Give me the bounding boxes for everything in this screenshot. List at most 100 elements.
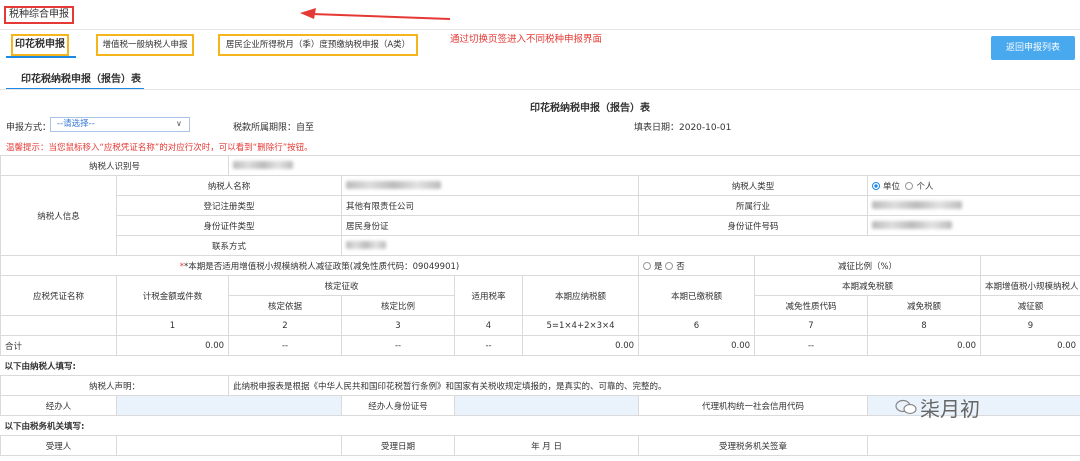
total-cell: 0.00 [980,335,1080,356]
tip-text: 温馨提示：当您鼠标移入“应税凭证名称”的对应行次时，可以看到“删除行”按钮。 [6,143,313,153]
reduction-ratio-value[interactable] [980,255,1080,276]
radio-option-unit[interactable]: 单位 [883,182,900,192]
contact-value [341,235,1080,256]
id-number-value [867,215,1080,236]
redacted-value [346,241,387,249]
total-label: 合计 [0,335,117,356]
radio-option-individual[interactable]: 个人 [916,182,933,192]
col-payable: 本期应纳税额 [522,275,640,316]
redacted-value [872,221,953,229]
tab-corporate-income-tax[interactable]: 居民企业所得税月（季）度预缴纳税申报（A类） [218,34,418,56]
sub-tab-stamp-form[interactable]: 印花税纳税申报（报告）表 [21,70,141,85]
col-number: 2 [228,315,343,336]
col-number: 8 [867,315,982,336]
col-number-blank [0,315,117,336]
col-relief: 本期减免税额 [754,275,982,296]
id-type-value: 居民身份证 [341,215,640,236]
col-number: 7 [754,315,869,336]
handler-id-input[interactable] [454,395,640,416]
tab-vat-general[interactable]: 增值税一般纳税人申报 [96,34,194,56]
radio-icon[interactable] [905,182,914,190]
col-number: 4 [454,315,524,336]
col-number: 9 [980,315,1080,336]
accept-date-label: 受理日期 [341,435,456,456]
col-number: 5=1×4+2×3×4 [522,315,640,336]
section-taxpayer: 以下由纳税人填写: [0,355,1080,376]
id-type-label: 身份证件类型 [115,215,343,236]
total-cell: -- [454,335,524,356]
col-rate: 适用税率 [454,275,524,316]
section-tax-office: 以下由税务机关填写: [0,415,1080,436]
top-bar [0,0,1080,30]
radio-icon[interactable] [665,262,674,270]
handler-input[interactable] [115,395,343,416]
declaration-label: 纳税人声明： [0,375,230,396]
total-cell: 0.00 [522,335,640,356]
handler-id-label: 经办人身份证号 [341,395,456,416]
col-voucher-name: 应税凭证名称 [0,275,117,316]
chevron-down-icon: ∨ [176,119,182,128]
col-number: 6 [638,315,756,336]
col-number: 3 [341,315,456,336]
accept-label: 受理人 [0,435,117,456]
declare-method-select[interactable]: --请选择-- [50,117,190,132]
divider [0,89,1080,90]
fill-date: 填表日期：2020-10-01 [634,123,732,133]
redacted-value [346,181,442,189]
active-tab-indicator [6,56,76,58]
radio-selected-icon[interactable] [872,182,881,190]
radio-no[interactable]: 否 [676,262,685,272]
agency-code-label: 代理机构统一社会信用代码 [638,395,869,416]
wechat-icon [895,399,917,415]
col-verified: 核定征收 [228,275,456,296]
annotation-text: 通过切换页签进入不同税种申报界面 [450,34,603,45]
radio-yes[interactable]: 是 [654,262,663,272]
reg-type-value: 其他有限责任公司 [341,195,640,216]
taxpayer-type-radio[interactable]: 单位 个人 [867,175,1080,196]
total-cell: 0.00 [638,335,756,356]
total-cell: -- [754,335,869,356]
taxpayer-id-value [228,155,1080,176]
small-policy-label: **本期是否适用增值税小规模纳税人减征政策(减免性质代码：09049901) [0,255,640,276]
col-basis: 核定依据 [228,295,343,316]
taxpayer-type-label: 纳税人类型 [638,175,869,196]
taxpayer-name-value [341,175,640,196]
app-title: 税种综合申报 [4,6,74,24]
total-cell: 0.00 [867,335,982,356]
radio-icon[interactable] [643,262,652,270]
col-relief-amount: 减免税额 [867,295,982,316]
col-small-relief: 本期增值税小规模纳税人 [980,275,1080,296]
reduction-ratio-label: 减征比例（%） [754,255,982,276]
watermark-text: 柒月初 [920,397,980,421]
col-paid: 本期已缴税额 [638,275,756,316]
tab-stamp-duty[interactable]: 印花税申报 [11,34,69,56]
handler-label: 经办人 [0,395,117,416]
tax-period: 税款所属期限：自至 [233,123,315,133]
taxpayer-id-label: 纳税人识别号 [0,155,230,176]
redacted-value [233,161,294,169]
taxpayer-info-label: 纳税人信息 [0,175,117,256]
accept-office-value [867,435,1080,456]
annotation-arrow-icon [300,8,450,20]
declare-method-label: 申报方式： [6,123,52,133]
col-ratio: 核定比例 [341,295,456,316]
reg-type-label: 登记注册类型 [115,195,343,216]
col-relief-code: 减免性质代码 [754,295,869,316]
total-cell: -- [228,335,343,356]
accept-office-label: 受理税务机关签章 [638,435,869,456]
col-taxable-amount: 计税金额或件数 [115,275,230,316]
redacted-value [872,201,963,209]
contact-label: 联系方式 [115,235,343,256]
industry-label: 所属行业 [638,195,869,216]
accept-value [115,435,343,456]
id-number-label: 身份证件号码 [638,215,869,236]
small-policy-text: *本期是否适用增值税小规模纳税人减征政策(减免性质代码：09049901) [184,261,460,272]
small-policy-radio[interactable]: 是 否 [638,255,756,276]
total-cell: 0.00 [115,335,230,356]
declaration-table: 纳税人识别号 纳税人信息 纳税人名称 纳税人类型 单位 个人 登记注册类型 其他… [0,155,1080,456]
taxpayer-name-label: 纳税人名称 [115,175,343,196]
form-title: 印花税纳税申报（报告）表 [530,103,650,114]
back-to-list-button[interactable]: 返回申报列表 [991,36,1075,60]
total-cell: -- [341,335,456,356]
col-number: 1 [115,315,230,336]
